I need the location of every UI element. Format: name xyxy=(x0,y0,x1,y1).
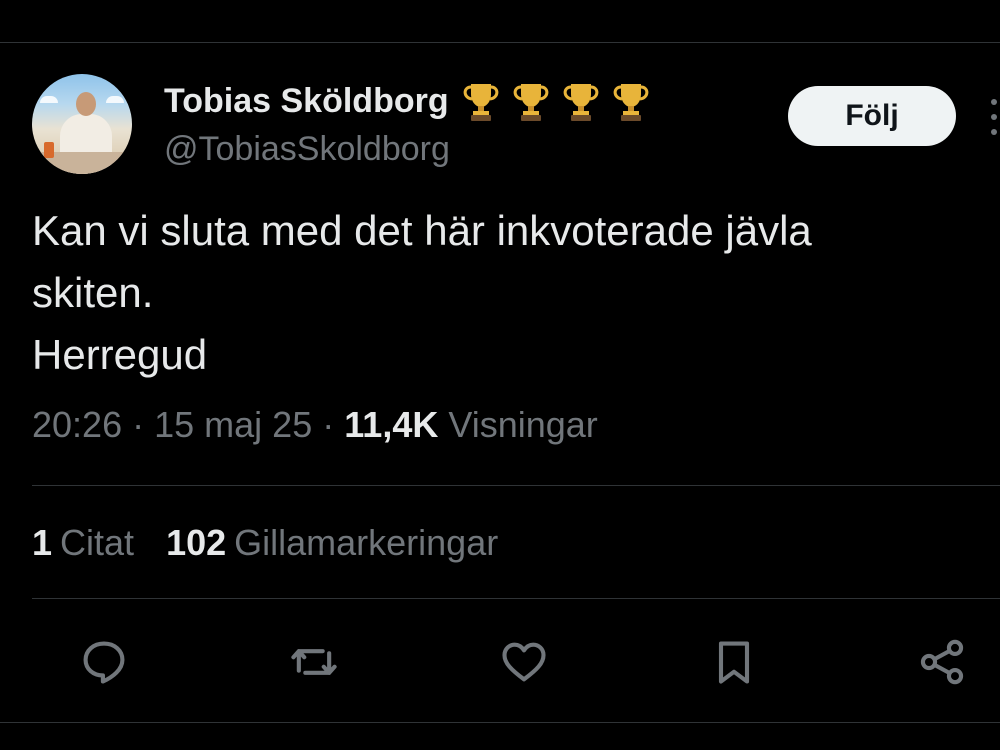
avatar[interactable] xyxy=(32,74,132,174)
avatar-umbrella-shape xyxy=(40,96,58,103)
bookmark-icon xyxy=(718,641,750,684)
likes-stat[interactable]: 102 Gillamarkeringar xyxy=(166,522,498,564)
more-options-icon[interactable] xyxy=(985,95,1000,139)
bottom-divider xyxy=(0,722,1000,723)
trophy-icon xyxy=(563,84,598,121)
meta-separator: · xyxy=(322,404,335,445)
avatar-person-head xyxy=(76,92,96,116)
like-button[interactable] xyxy=(494,632,554,692)
trophy-icon xyxy=(463,84,498,121)
author-handle[interactable]: @TobiasSkoldborg xyxy=(164,130,450,169)
meta-separator: · xyxy=(132,404,145,445)
follow-button[interactable]: Följ xyxy=(788,86,956,146)
more-dot xyxy=(991,129,997,135)
meta-divider xyxy=(32,485,1000,486)
post-stats: 1 Citat 102 Gillamarkeringar xyxy=(32,522,498,564)
likes-count: 102 xyxy=(166,522,227,563)
action-bar xyxy=(0,632,1000,692)
quotes-count: 1 xyxy=(32,522,53,563)
avatar-glass xyxy=(44,142,54,158)
avatar-umbrella-shape xyxy=(106,96,124,103)
post-date[interactable]: 15 maj 25 xyxy=(154,404,312,445)
author-name-text[interactable]: Tobias Sköldborg xyxy=(164,82,449,121)
previous-post-text-cut-off xyxy=(200,0,420,4)
post-time[interactable]: 20:26 xyxy=(32,404,122,445)
trophy-icon xyxy=(513,84,548,121)
post-text: Kan vi sluta med det här inkvoterade jäv… xyxy=(32,207,812,378)
post-detail-view: Tobias Sköldborg @TobiasSkoldborg Följ K… xyxy=(0,0,1000,750)
like-icon xyxy=(502,642,546,682)
bookmark-button[interactable] xyxy=(704,632,764,692)
likes-label: Gillamarkeringar xyxy=(234,522,499,563)
reply-button[interactable] xyxy=(74,632,134,692)
repost-icon xyxy=(291,649,337,675)
more-dot xyxy=(991,114,997,120)
top-divider xyxy=(0,42,1000,43)
share-icon xyxy=(920,639,964,685)
share-button[interactable] xyxy=(912,632,972,692)
post-meta: 20:26 · 15 maj 25 · 11,4K Visningar xyxy=(32,404,598,446)
author-display-name[interactable]: Tobias Sköldborg xyxy=(164,80,653,122)
author-badges xyxy=(459,80,653,122)
repost-button[interactable] xyxy=(284,632,344,692)
more-dot xyxy=(991,99,997,105)
quotes-stat[interactable]: 1 Citat xyxy=(32,522,134,564)
views-label: Visningar xyxy=(448,404,598,445)
quotes-label: Citat xyxy=(60,522,135,563)
stats-divider xyxy=(32,598,1000,599)
reply-icon xyxy=(83,641,125,684)
views-count: 11,4K xyxy=(344,404,439,445)
trophy-icon xyxy=(613,84,648,121)
